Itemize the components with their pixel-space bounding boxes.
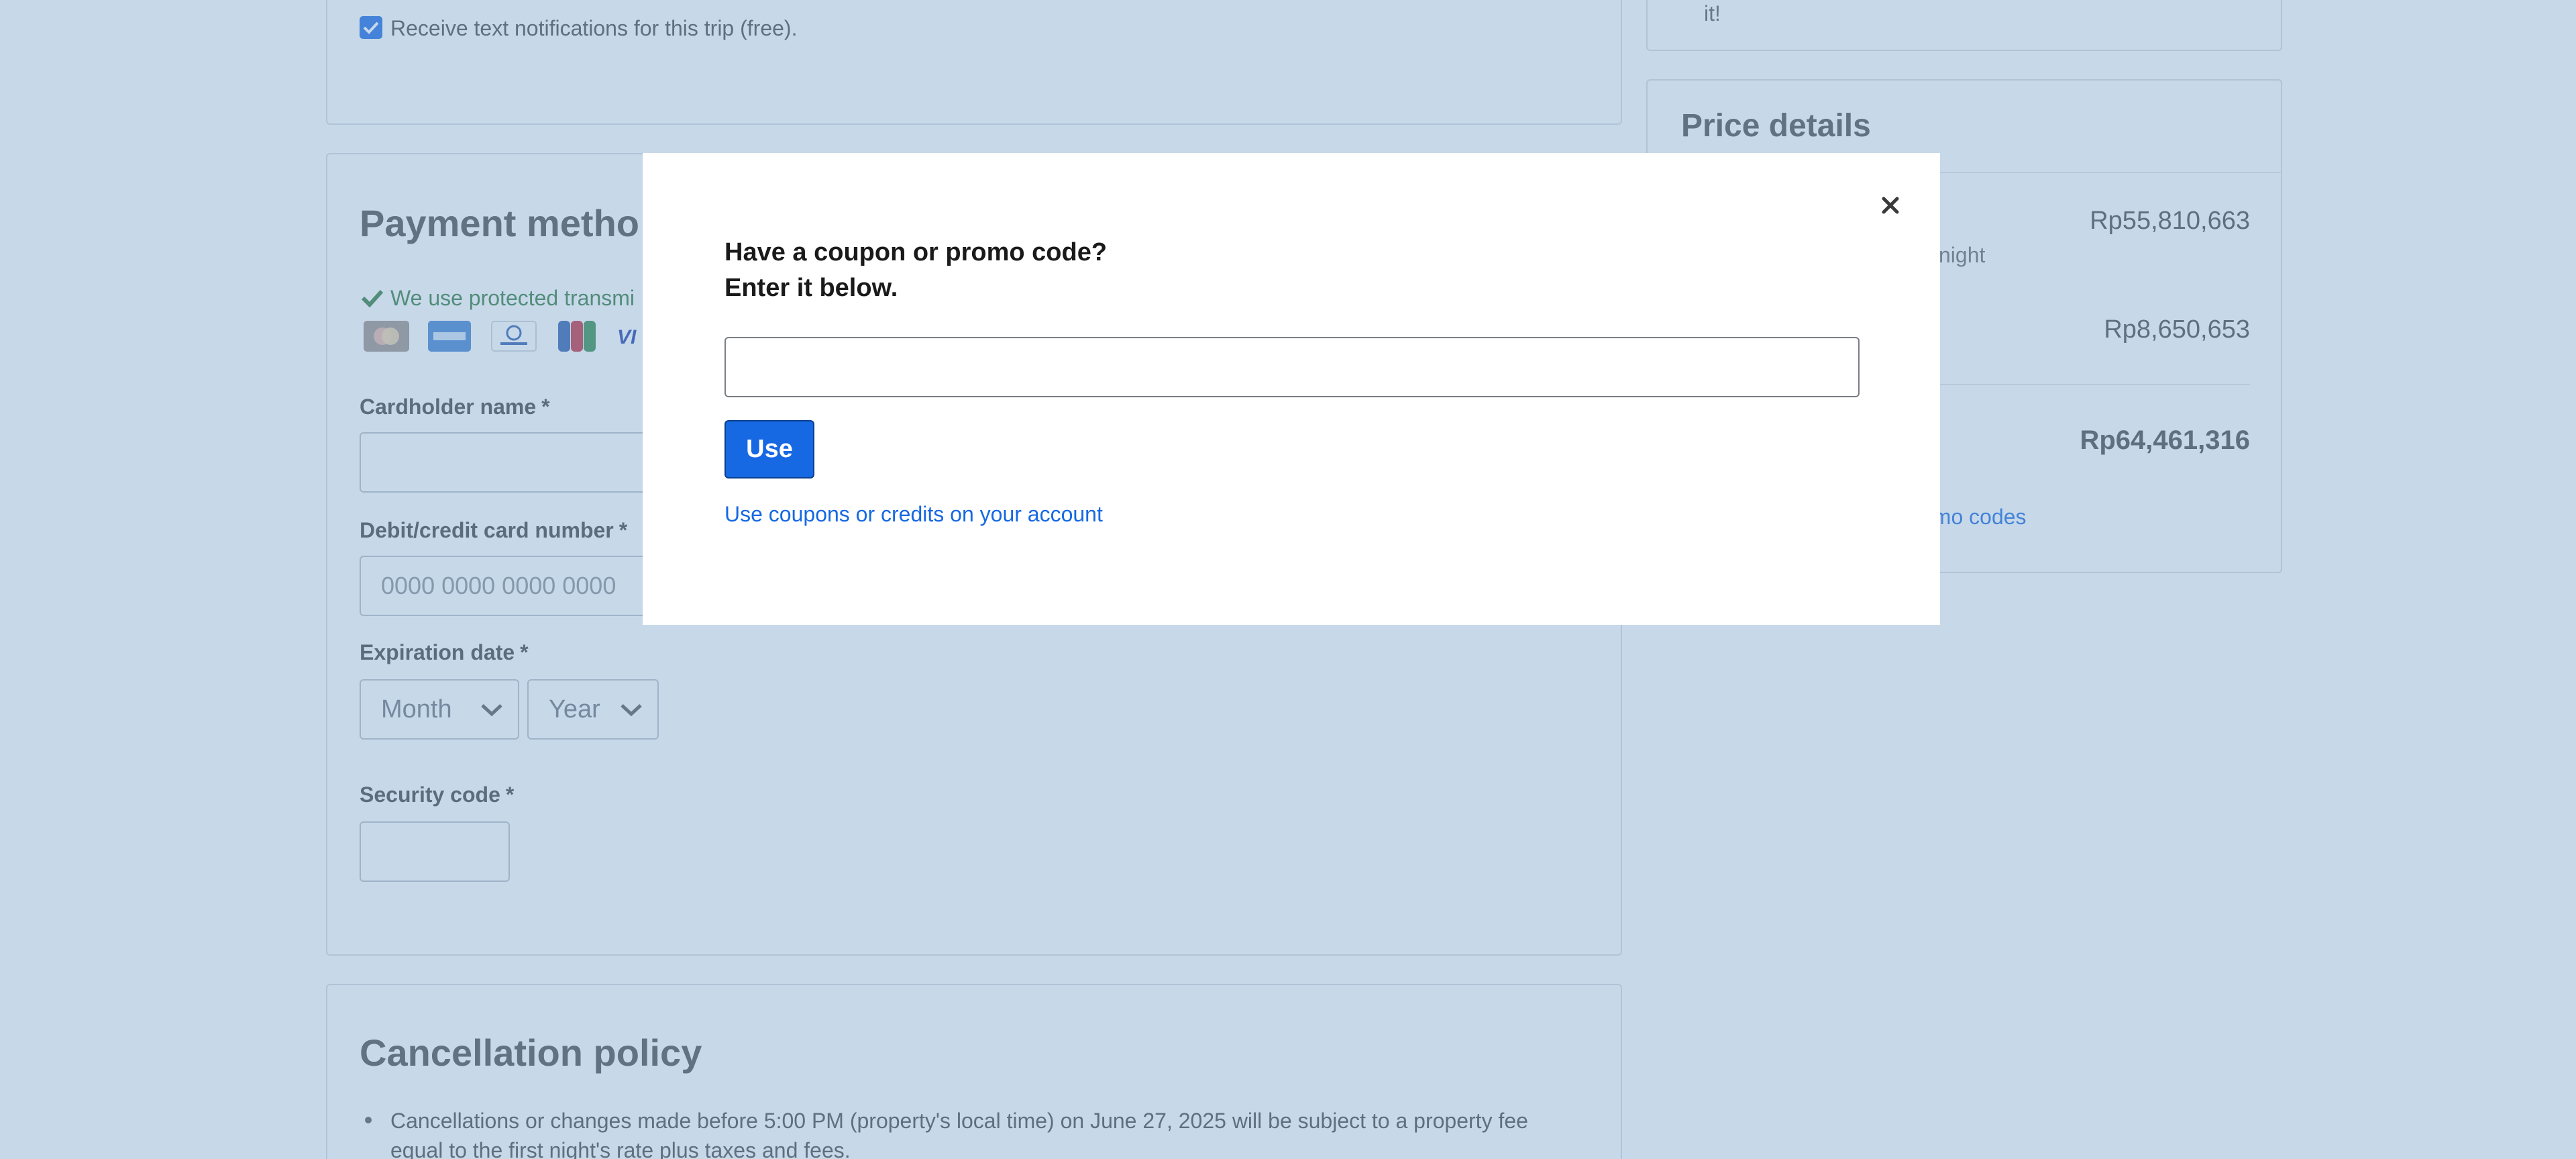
account-coupons-link[interactable]: Use coupons or credits on your account <box>724 502 1103 527</box>
coupon-code-input[interactable] <box>724 337 1860 397</box>
coupon-modal: Have a coupon or promo code? Enter it be… <box>643 153 1940 625</box>
use-button[interactable]: Use <box>724 420 814 478</box>
coupon-heading: Have a coupon or promo code? Enter it be… <box>724 235 1107 306</box>
close-icon[interactable] <box>1873 188 1908 223</box>
checkout-page: Receive text notifications for this trip… <box>0 0 2576 1159</box>
coupon-heading-line: Enter it below. <box>724 274 898 302</box>
coupon-heading-line: Have a coupon or promo code? <box>724 238 1108 266</box>
